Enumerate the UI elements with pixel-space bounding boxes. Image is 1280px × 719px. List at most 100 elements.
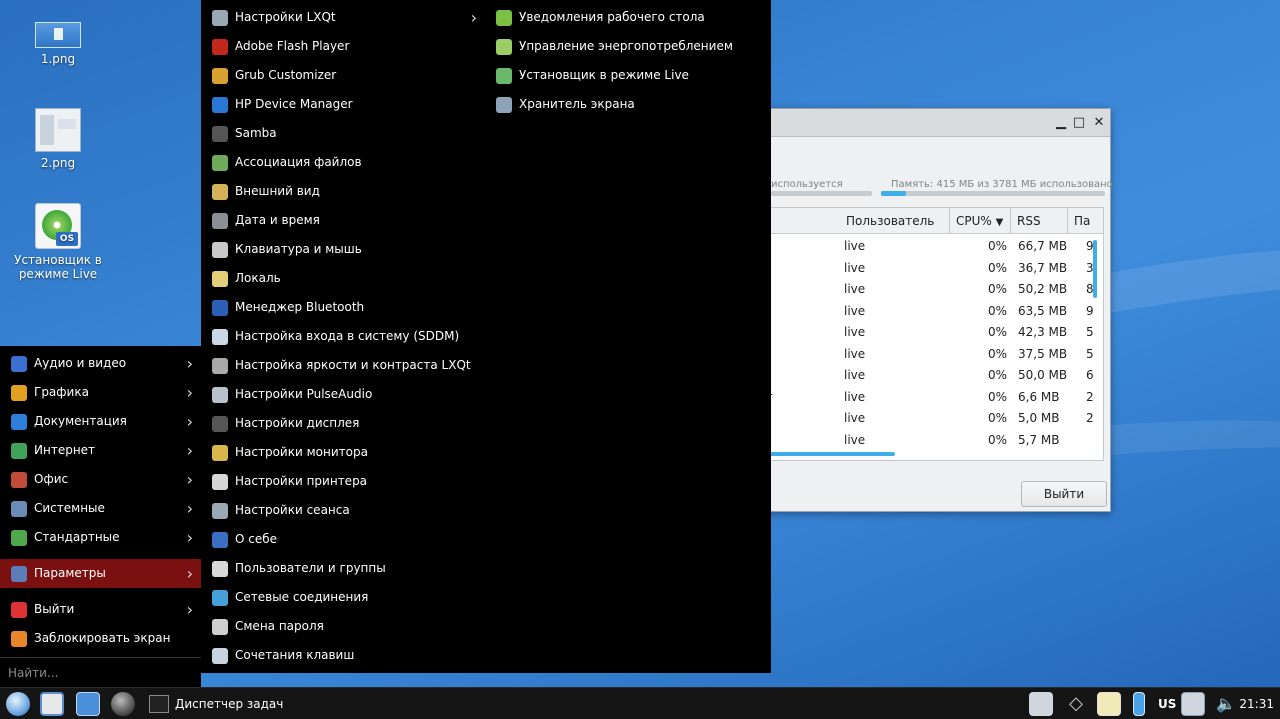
chevron-right-icon: › [186,499,193,518]
process-rss: 37,5 MB [1018,346,1068,361]
notification-icon [496,10,512,26]
menu-search-input[interactable]: Найти... [0,657,201,687]
lxqt-settings-item-1[interactable]: Управление энергопотреблением [485,32,771,61]
settings-item-10[interactable]: Менеджер Bluetooth [201,293,485,322]
menu-item-4[interactable]: Офис › [0,465,201,494]
menu-item-label: Параметры [34,566,106,580]
about-me-icon [212,532,228,548]
help-icon [11,414,27,430]
settings-item-21[interactable]: Смена пароля [201,612,485,641]
settings-item-label: Настройки PulseAudio [235,387,373,401]
settings-item-label: Настройки принтера [235,474,368,488]
file-association-icon [212,155,228,171]
system-icon [11,501,27,517]
settings-item-22[interactable]: Сочетания клавиш [201,641,485,670]
file-manager-icon[interactable] [40,692,64,716]
settings-item-20[interactable]: Сетевые соединения [201,583,485,612]
settings-item-13[interactable]: Настройки PulseAudio [201,380,485,409]
process-cpu: 0% [987,411,1007,425]
menu-item-2[interactable]: Документация › [0,407,201,436]
menu-item-label: Стандартные [34,530,120,544]
desktop-icon-live-installer[interactable]: OS Установщик в режиме Live [13,203,103,281]
main-menu-button[interactable] [6,692,30,716]
keyboard-layout-indicator[interactable]: US [1158,688,1176,719]
clipboard-icon[interactable] [1097,692,1121,716]
process-cpu: 0% [987,432,1007,447]
settings-item-7[interactable]: Дата и время [201,206,485,235]
settings-item-label: Настройки монитора [235,445,368,459]
battery-icon[interactable] [1133,692,1145,716]
process-rss: 5,7 MB [1018,432,1060,447]
users-icon [212,561,228,577]
settings-item-4[interactable]: Samba [201,119,485,148]
settings-item-12[interactable]: Настройка яркости и контраста LXQt [201,351,485,380]
image-thumbnail-icon [35,108,81,152]
menu-item-8[interactable]: Выйти › [0,595,201,624]
process-rss: 6,6 MB [1018,389,1060,404]
settings-item-6[interactable]: Внешний вид [201,177,485,206]
column-rss[interactable]: RSS [1011,208,1068,234]
application-menu: Аудио и видео › Графика › Документация › Интер… [0,346,201,687]
settings-item-14[interactable]: Настройки дисплея [201,409,485,438]
usb-device-icon[interactable] [1181,692,1205,716]
menu-item-0[interactable]: Аудио и видео › [0,349,201,378]
lxqt-settings-item-3[interactable]: Хранитель экрана [485,90,771,119]
menu-item-7[interactable]: Параметры › [0,559,201,588]
taskbar: Диспетчер задач ◇ US 🔈 21:31 [0,687,1280,719]
settings-item-1[interactable]: Adobe Flash Player [201,32,485,61]
menu-item-1[interactable]: Графика › [0,378,201,407]
clock[interactable]: 21:31 [1239,688,1274,719]
system-settings-tray-icon[interactable] [1029,692,1053,716]
lxqt-settings-item-0[interactable]: Уведомления рабочего стола [485,3,771,32]
menu-item-9[interactable]: Заблокировать экран [0,624,201,653]
hp-icon [212,97,228,113]
samba-monitor-icon [212,126,228,142]
column-memory[interactable]: Па [1068,208,1103,234]
settings-item-15[interactable]: Настройки монитора [201,438,485,467]
column-user[interactable]: Пользователь [840,208,950,234]
chevron-right-icon: › [186,383,193,402]
live-installer-icon: OS [35,203,81,249]
memory-usage-label: Память: 415 МБ из 3781 МБ использовано [891,179,1113,190]
screensaver-icon [496,97,512,113]
desktop-icon-1png[interactable]: 1.png [13,22,103,66]
settings-item-11[interactable]: Настройка входа в систему (SDDM) [201,322,485,351]
settings-item-3[interactable]: HP Device Manager [201,90,485,119]
lxqt-settings-icon [212,10,228,26]
settings-item-0[interactable]: Настройки LXQt › [201,3,485,32]
vertical-scrollbar[interactable] [1093,240,1097,298]
image-thumbnail-icon [35,22,81,48]
maximize-icon[interactable]: □ [1071,115,1087,131]
desktop-icon-2png[interactable]: 2.png [13,108,103,170]
lxqt-settings-item-2[interactable]: Установщик в режиме Live [485,61,771,90]
chevron-right-icon: › [186,470,193,489]
settings-item-18[interactable]: О себе [201,525,485,554]
settings-item-9[interactable]: Локаль [201,264,485,293]
menu-item-5[interactable]: Системные › [0,494,201,523]
process-memory: 9 [1086,303,1094,318]
browser-icon[interactable] [111,692,135,716]
process-rss: 5,0 MB [1018,411,1060,425]
menu-item-3[interactable]: Интернет › [0,436,201,465]
taskbar-task-manager[interactable]: Диспетчер задач [145,691,283,717]
process-rss: 50,2 MB [1018,282,1068,296]
close-icon[interactable]: ✕ [1091,115,1107,131]
column-cpu[interactable]: CPU% ▼ [950,208,1011,234]
text-editor-icon[interactable] [76,692,100,716]
volume-icon[interactable]: 🔈 [1214,692,1238,716]
settings-item-label: Настройка входа в систему (SDDM) [235,329,460,343]
lxqt-settings-item-label: Установщик в режиме Live [519,68,689,82]
exit-button[interactable]: Выйти [1021,481,1107,507]
keyboard-icon [212,242,228,258]
settings-item-5[interactable]: Ассоциация файлов [201,148,485,177]
settings-item-16[interactable]: Настройки принтера [201,467,485,496]
settings-item-17[interactable]: Настройки сеанса [201,496,485,525]
settings-item-label: Клавиатура и мышь [235,242,362,256]
settings-item-2[interactable]: Grub Customizer [201,61,485,90]
settings-item-19[interactable]: Пользователи и группы [201,554,485,583]
wifi-icon[interactable]: ◇ [1064,692,1088,716]
minimize-icon[interactable]: ▁ [1053,115,1069,131]
settings-item-8[interactable]: Клавиатура и мышь [201,235,485,264]
menu-item-6[interactable]: Стандартные › [0,523,201,552]
settings-item-label: Локаль [235,271,281,285]
